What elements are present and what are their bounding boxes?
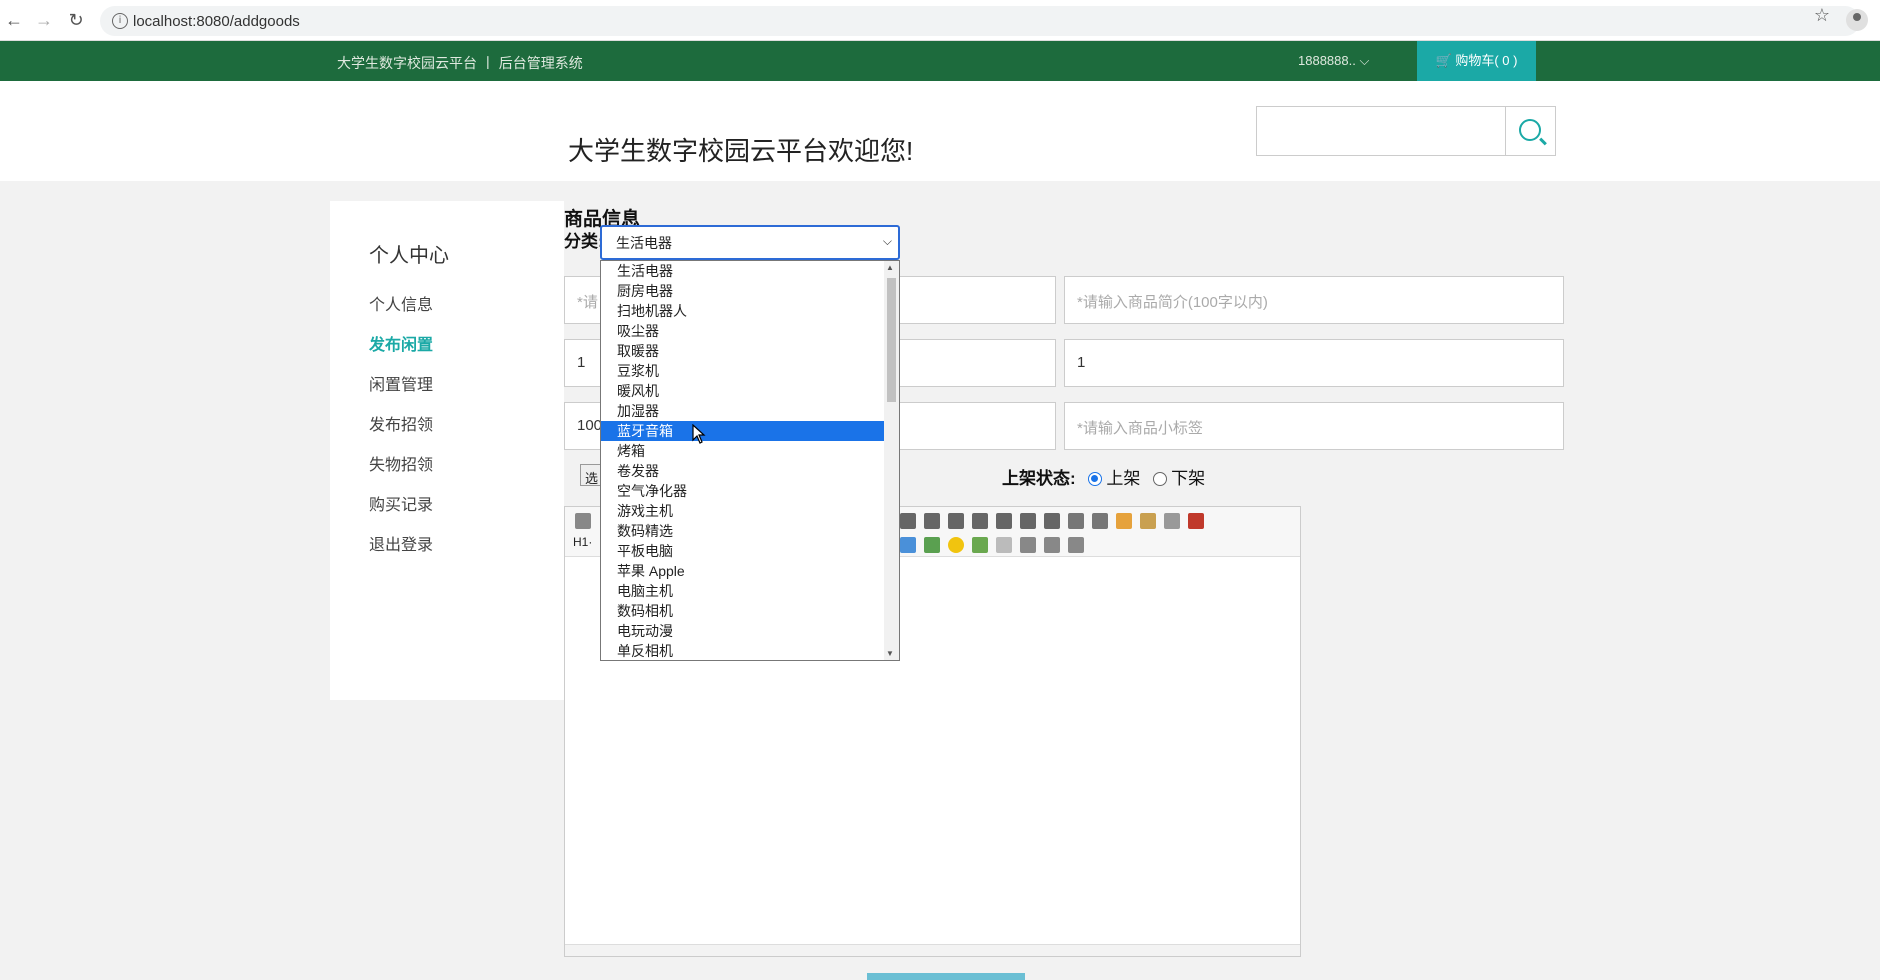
- page-header: 大学生数字校园云平台欢迎您!: [0, 81, 1880, 181]
- sidebar-item-publish-found[interactable]: 发布招领: [369, 411, 433, 435]
- submit-button[interactable]: [867, 973, 1025, 980]
- status-on-radio[interactable]: [1088, 472, 1103, 486]
- category-option[interactable]: 游戏主机: [601, 501, 884, 521]
- sidebar: 个人中心 个人信息 发布闲置 闲置管理 发布招领 失物招领 购买记录 退出登录: [330, 201, 564, 700]
- editor-resize-handle[interactable]: [565, 944, 1300, 956]
- align-justify-icon[interactable]: [948, 513, 964, 529]
- top-navbar: 大学生数字校园云平台 丨 后台管理系统 1888888.. ⌵ 🛒 购物车( 0…: [0, 41, 1880, 81]
- sidebar-item-lost-found[interactable]: 失物招领: [369, 451, 433, 475]
- scrollbar-thumb[interactable]: [887, 278, 896, 402]
- align-center-icon[interactable]: [900, 513, 916, 529]
- category-dropdown-list[interactable]: 生活电器 厨房电器 扫地机器人 吸尘器 取暖器 豆浆机 暖风机 加湿器 蓝牙音箱…: [600, 260, 900, 661]
- info-icon[interactable]: i: [112, 13, 128, 29]
- search-button[interactable]: [1506, 106, 1556, 156]
- category-option[interactable]: 单反相机: [601, 641, 884, 661]
- cart-icon: 🛒: [1435, 53, 1452, 68]
- status-label: 上架状态:: [1002, 469, 1076, 488]
- status-off-radio[interactable]: [1153, 472, 1168, 486]
- right-number-field-1[interactable]: 1: [1064, 339, 1564, 387]
- cart-label: 购物车( 0 ): [1455, 53, 1518, 68]
- unordered-list-icon[interactable]: [996, 513, 1012, 529]
- category-option-selected[interactable]: 蓝牙音箱: [601, 421, 884, 441]
- sidebar-title: 个人中心: [369, 245, 449, 267]
- dropdown-scrollbar[interactable]: ▲ ▼: [884, 261, 899, 660]
- category-select[interactable]: 生活电器 ⌵: [600, 225, 900, 260]
- category-option[interactable]: 电脑主机: [601, 581, 884, 601]
- category-option[interactable]: 扫地机器人: [601, 301, 884, 321]
- url-text[interactable]: localhost:8080/addgoods: [133, 13, 300, 30]
- clear-format-icon[interactable]: [1140, 513, 1156, 529]
- category-option[interactable]: 数码精选: [601, 521, 884, 541]
- sidebar-item-idle-manage[interactable]: 闲置管理: [369, 371, 433, 395]
- heading-selector[interactable]: H1·: [573, 535, 592, 549]
- category-option[interactable]: 厨房电器: [601, 281, 884, 301]
- search-input[interactable]: [1256, 106, 1506, 156]
- cart-button[interactable]: 🛒 购物车( 0 ): [1417, 41, 1536, 81]
- category-option[interactable]: 电玩动漫: [601, 621, 884, 641]
- table-icon[interactable]: [900, 537, 916, 553]
- search-icon: [1519, 119, 1541, 141]
- forward-icon[interactable]: →: [34, 10, 54, 30]
- link-icon[interactable]: [1044, 537, 1060, 553]
- fullscreen-icon[interactable]: [1188, 513, 1204, 529]
- category-option[interactable]: 空气净化器: [601, 481, 884, 501]
- source-icon[interactable]: [575, 513, 591, 529]
- status-off-label[interactable]: 下架: [1171, 469, 1205, 488]
- align-right-icon[interactable]: [924, 513, 940, 529]
- category-option[interactable]: 暖风机: [601, 381, 884, 401]
- scroll-up-icon[interactable]: ▲: [886, 263, 894, 272]
- address-bar[interactable]: i localhost:8080/addgoods: [100, 6, 1860, 36]
- emoji-icon[interactable]: [948, 537, 964, 553]
- anchor-icon[interactable]: [1020, 537, 1036, 553]
- sidebar-item-publish-idle[interactable]: 发布闲置: [369, 331, 433, 355]
- category-option[interactable]: 吸尘器: [601, 321, 884, 341]
- format-brush-icon[interactable]: [1116, 513, 1132, 529]
- page-break-icon[interactable]: [996, 537, 1012, 553]
- category-option[interactable]: 平板电脑: [601, 541, 884, 561]
- category-option[interactable]: 卷发器: [601, 461, 884, 481]
- superscript-icon[interactable]: [1092, 513, 1108, 529]
- category-option[interactable]: 烤箱: [601, 441, 884, 461]
- category-option[interactable]: 取暖器: [601, 341, 884, 361]
- category-option[interactable]: 豆浆机: [601, 361, 884, 381]
- category-label: 分类:: [564, 232, 604, 251]
- image-icon[interactable]: [972, 537, 988, 553]
- brand-text[interactable]: 大学生数字校园云平台 丨 后台管理系统: [337, 53, 583, 73]
- sidebar-item-logout[interactable]: 退出登录: [369, 531, 433, 555]
- subscript-icon[interactable]: [1068, 513, 1084, 529]
- goods-tag-field[interactable]: *请输入商品小标签: [1064, 402, 1564, 450]
- bookmark-star-icon[interactable]: ☆: [1814, 5, 1830, 26]
- goods-intro-field[interactable]: *请输入商品简介(100字以内): [1064, 276, 1564, 324]
- outdent-icon[interactable]: [1044, 513, 1060, 529]
- back-icon[interactable]: ←: [4, 10, 24, 30]
- unlink-icon[interactable]: [1068, 537, 1084, 553]
- status-on-label[interactable]: 上架: [1106, 469, 1140, 488]
- category-option[interactable]: 数码相机: [601, 601, 884, 621]
- insert-row-icon[interactable]: [924, 537, 940, 553]
- category-value: 生活电器: [616, 235, 672, 251]
- sidebar-item-purchase-history[interactable]: 购买记录: [369, 491, 433, 515]
- chevron-down-icon: ⌵: [882, 234, 892, 248]
- scroll-down-icon[interactable]: ▼: [886, 649, 894, 658]
- sidebar-item-profile[interactable]: 个人信息: [369, 291, 433, 315]
- category-option[interactable]: 苹果 Apple: [601, 561, 884, 581]
- select-icon[interactable]: [1164, 513, 1180, 529]
- indent-icon[interactable]: [1020, 513, 1036, 529]
- category-option[interactable]: 生活电器: [601, 261, 884, 281]
- profile-icon[interactable]: [1846, 9, 1868, 31]
- category-option[interactable]: 加湿器: [601, 401, 884, 421]
- browser-toolbar: ← → ↻ i localhost:8080/addgoods ☆: [0, 0, 1880, 41]
- reload-icon[interactable]: ↻: [66, 10, 86, 30]
- mouse-cursor-icon: [692, 424, 706, 444]
- ordered-list-icon[interactable]: [972, 513, 988, 529]
- welcome-title: 大学生数字校园云平台欢迎您!: [568, 136, 914, 166]
- status-group: 上架状态: 上架 下架: [1002, 464, 1205, 489]
- user-menu[interactable]: 1888888.. ⌵: [1298, 53, 1369, 69]
